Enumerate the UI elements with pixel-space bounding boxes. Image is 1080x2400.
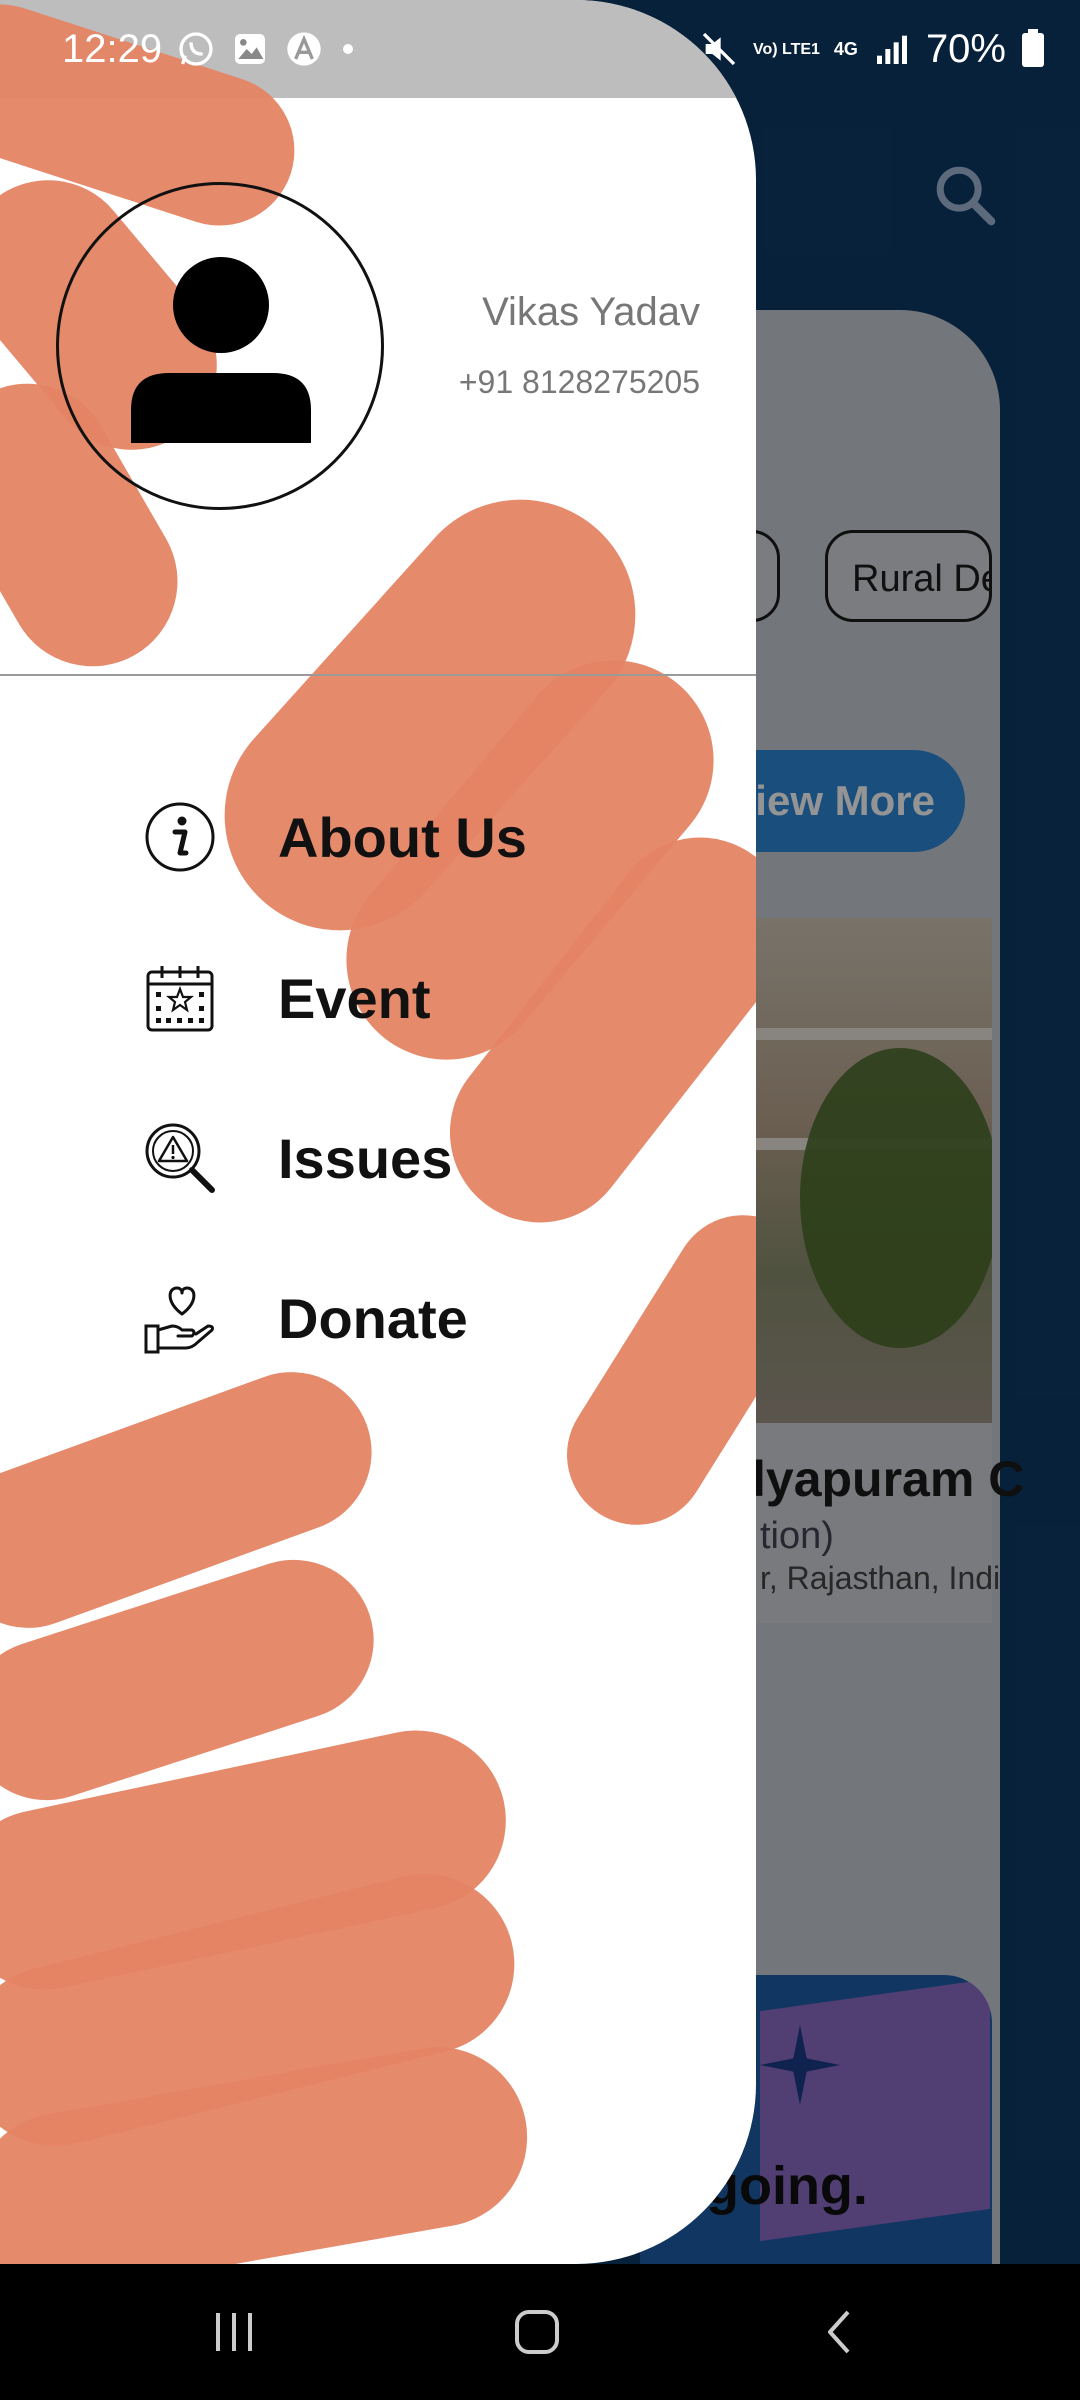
- home-button[interactable]: [477, 2264, 597, 2400]
- battery-percent: 70%: [925, 26, 1006, 71]
- system-nav-bar: [0, 2264, 1080, 2400]
- navigation-drawer: Vikas Yadav +91 8128275205 About Us Even…: [0, 0, 756, 2264]
- user-phone: +91 8128275205: [458, 364, 700, 400]
- menu-item-about-us[interactable]: About Us: [140, 787, 660, 887]
- menu-label: Donate: [278, 1286, 468, 1350]
- battery-icon: [1022, 29, 1044, 67]
- donate-heart-hand-icon: [140, 1278, 220, 1358]
- network-type: 4G: [833, 38, 858, 59]
- menu-label: Issues: [278, 1126, 453, 1190]
- recent-apps-icon: [216, 2313, 252, 2351]
- dot-icon: [343, 44, 354, 54]
- volte-indicator: Vo) LTE1: [752, 40, 820, 58]
- menu-item-event[interactable]: Event: [140, 948, 660, 1048]
- warning-search-icon: [140, 1118, 220, 1198]
- menu-label: Event: [278, 966, 431, 1030]
- recent-apps-button[interactable]: [174, 2264, 294, 2400]
- divider: [0, 674, 756, 676]
- avatar[interactable]: [56, 182, 384, 510]
- menu-item-issues[interactable]: Issues: [140, 1108, 660, 1208]
- back-icon: [828, 2310, 850, 2354]
- user-name: Vikas Yadav: [482, 290, 700, 334]
- status-bar: 12:29 Vo) LTE1 4G 70%: [0, 0, 1080, 98]
- app-icon: [287, 32, 321, 66]
- back-button[interactable]: [780, 2264, 900, 2400]
- home-icon: [515, 2310, 559, 2354]
- whatsapp-icon: [179, 32, 213, 66]
- calendar-icon: [140, 958, 220, 1038]
- menu-label: About Us: [278, 805, 527, 869]
- person-icon: [131, 257, 311, 443]
- info-icon: [140, 797, 220, 877]
- mute-icon: [702, 32, 736, 66]
- signal-icon: [876, 35, 907, 64]
- gallery-icon: [235, 34, 266, 64]
- menu-item-donate[interactable]: Donate: [140, 1268, 660, 1368]
- status-time: 12:29: [62, 26, 163, 71]
